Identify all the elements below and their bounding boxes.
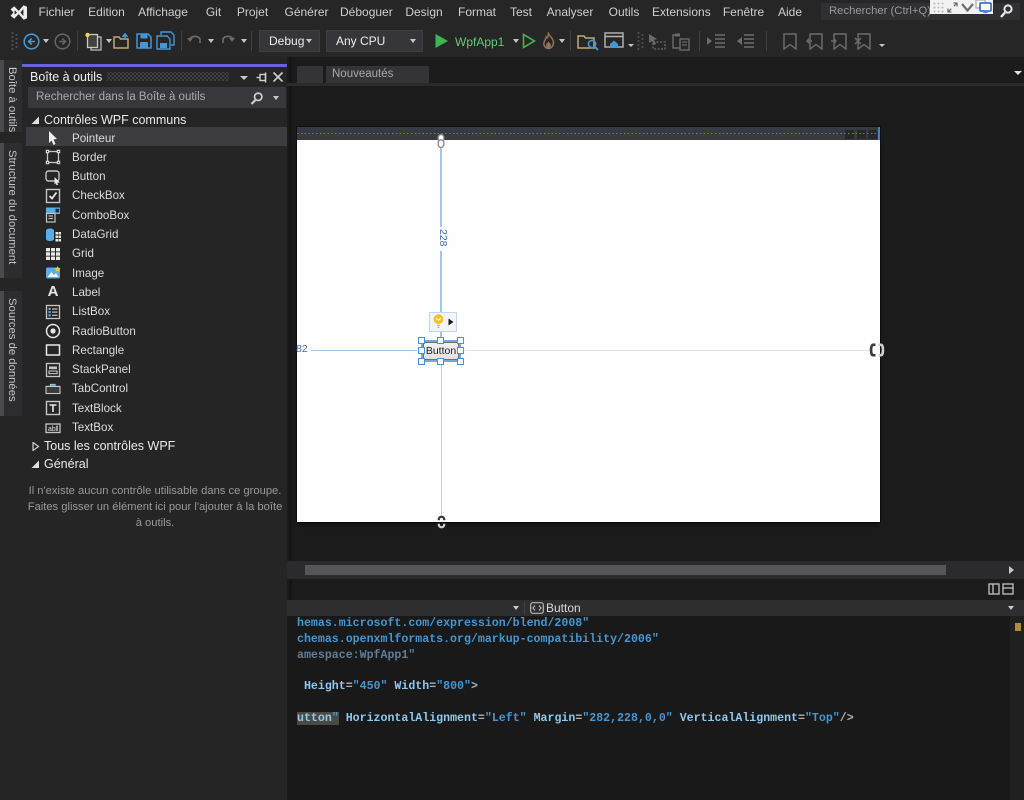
svg-text:ab: ab (48, 426, 56, 433)
